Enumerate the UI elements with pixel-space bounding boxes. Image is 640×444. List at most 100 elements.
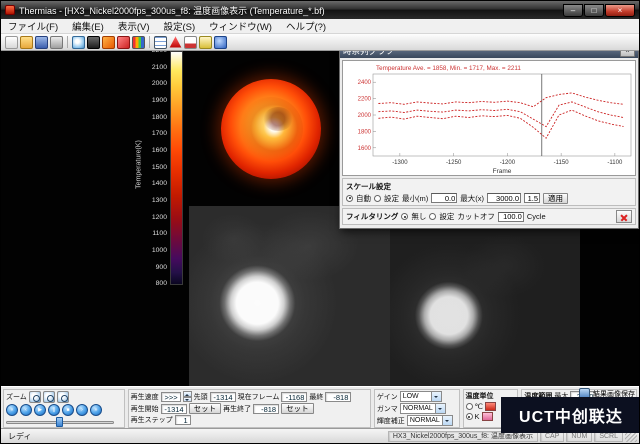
gain-label: ゲイン [377,392,398,402]
svg-text:-1200: -1200 [500,160,516,166]
grayscale-image-right[interactable] [390,226,580,386]
forward-button[interactable]: › [76,404,88,416]
record-icon[interactable] [169,36,182,49]
colorbar-tick: 1000 [139,248,167,255]
thermal-image[interactable] [221,79,321,179]
chevron-down-icon[interactable] [431,392,441,401]
toolbar-separator [67,36,68,48]
chevron-down-icon[interactable] [435,404,445,413]
cube-3d-icon[interactable] [102,36,115,49]
play-start-set-button[interactable]: セット [189,403,222,414]
filter-manual-radio[interactable] [429,213,436,220]
temp-unit-label: 温度単位 [466,391,494,401]
svg-text:-1150: -1150 [554,160,570,166]
last-button[interactable]: » [90,404,102,416]
measure-icon[interactable] [199,36,212,49]
svg-text:-1100: -1100 [607,160,623,166]
scale-manual-radio[interactable] [374,195,381,202]
grayscale-image-left[interactable] [189,206,390,386]
svg-text:-1250: -1250 [446,160,462,166]
colorbar-tick: 1500 [139,165,167,172]
timeseries-window: 時系列グラフ × 16001800200022002400-1300-1250-… [339,43,639,229]
zoom-out-icon[interactable] [43,391,55,403]
kelvin-label: K [475,412,480,421]
kelvin-radio[interactable] [466,413,473,420]
frame-control-group: 再生速度 >>> 先頭 -1314 現在フレーム -1168 最終 -818 再… [128,389,371,428]
scale-max-label: 最大(x) [460,193,484,204]
save-icon[interactable] [35,36,48,49]
scale-auto-radio[interactable] [346,195,353,202]
frame-slider-handle[interactable] [56,417,63,427]
zoom-in-icon[interactable] [29,391,41,403]
chart-icon[interactable] [184,36,197,49]
menu-item-1[interactable]: 編集(E) [65,19,111,33]
red-palette-button[interactable] [485,402,496,411]
colorbar-tick: 1900 [139,98,167,105]
pink-palette-button[interactable] [482,412,493,421]
filter-cutoff-input[interactable] [498,212,524,222]
info-icon[interactable] [214,36,227,49]
toolbar [1,34,639,51]
scale-apply-button[interactable]: 適用 [543,193,568,204]
brightness-label: 輝度補正 [377,416,405,426]
current-frame-value: -1168 [281,392,307,402]
toolbar-separator [149,36,150,48]
play-start-value: -1314 [161,404,187,414]
menu-item-4[interactable]: ウィンドウ(W) [202,19,279,33]
palette-icon[interactable] [132,36,145,49]
table-grid-icon[interactable] [154,36,167,49]
play-button[interactable]: ▶ [34,404,46,416]
filter-clear-icon[interactable] [616,210,632,223]
menubar: ファイル(F)編集(E)表示(V)設定(S)ウィンドウ(W)ヘルプ(?) [1,19,639,34]
gamma-select[interactable]: NORMAL [400,403,446,414]
menu-item-0[interactable]: ファイル(F) [1,19,65,33]
speed-value: >>> [161,392,181,402]
minimize-button[interactable]: – [563,4,583,17]
scale-min-input[interactable] [431,193,457,203]
scale-max-input[interactable] [487,193,521,203]
chevron-down-icon[interactable] [442,416,452,425]
playback-buttons: «‹▶∥■›» [6,404,122,416]
menu-item-3[interactable]: 設定(S) [156,19,202,33]
gain-select[interactable]: LOW [400,391,442,402]
maximize-button[interactable]: □ [584,4,604,17]
celsius-radio[interactable] [466,403,473,410]
cube-3d-alt-icon[interactable] [117,36,130,49]
timeseries-plot[interactable]: 16001800200022002400-1300-1250-1200-1150… [342,60,636,176]
search-icon[interactable] [72,36,85,49]
svg-text:-1300: -1300 [392,160,408,166]
menu-item-5[interactable]: ヘルプ(?) [279,19,333,33]
rewind-button[interactable]: ‹ [20,404,32,416]
first-button[interactable]: « [6,404,18,416]
open-folder-icon[interactable] [20,36,33,49]
zoom-reset-icon[interactable] [57,391,69,403]
head-frame-label: 先頭 [194,392,208,402]
brightness-value: NORMAL [408,417,442,424]
colorbar-tick: 1300 [139,198,167,205]
colorbar-tick: 2000 [139,81,167,88]
app-window: Thermias - [HX3_Nickel2000fps_300us_f8: … [0,0,640,444]
temperature-colorbar [170,51,183,285]
brightness-select[interactable]: NORMAL [407,415,453,426]
filtering-label: フィルタリング [346,211,398,222]
play-step-value: 1 [175,415,191,425]
stop-button[interactable]: ■ [62,404,74,416]
play-end-set-button[interactable]: セット [281,403,314,414]
scale-settings-group: スケール設定 自動 設定 最小(m) 最大(x) 適用 [342,178,636,206]
titlebar: Thermias - [HX3_Nickel2000fps_300us_f8: … [1,1,639,19]
frame-slider[interactable] [6,417,114,426]
status-ready: レディ [3,431,388,442]
svg-text:2200: 2200 [358,97,372,103]
filter-none-radio[interactable] [401,213,408,220]
scale-min-label: 最小(m) [402,193,428,204]
close-button[interactable]: × [605,4,635,17]
camera-icon[interactable] [87,36,100,49]
speed-spinner[interactable] [183,391,192,402]
print-icon[interactable] [50,36,63,49]
scale-auto-label: 自動 [356,193,371,204]
scale-extra-input[interactable] [524,193,540,203]
pause-button[interactable]: ∥ [48,404,60,416]
menu-item-2[interactable]: 表示(V) [111,19,157,33]
new-file-icon[interactable] [5,36,18,49]
colorbar-tick: 2100 [139,65,167,72]
